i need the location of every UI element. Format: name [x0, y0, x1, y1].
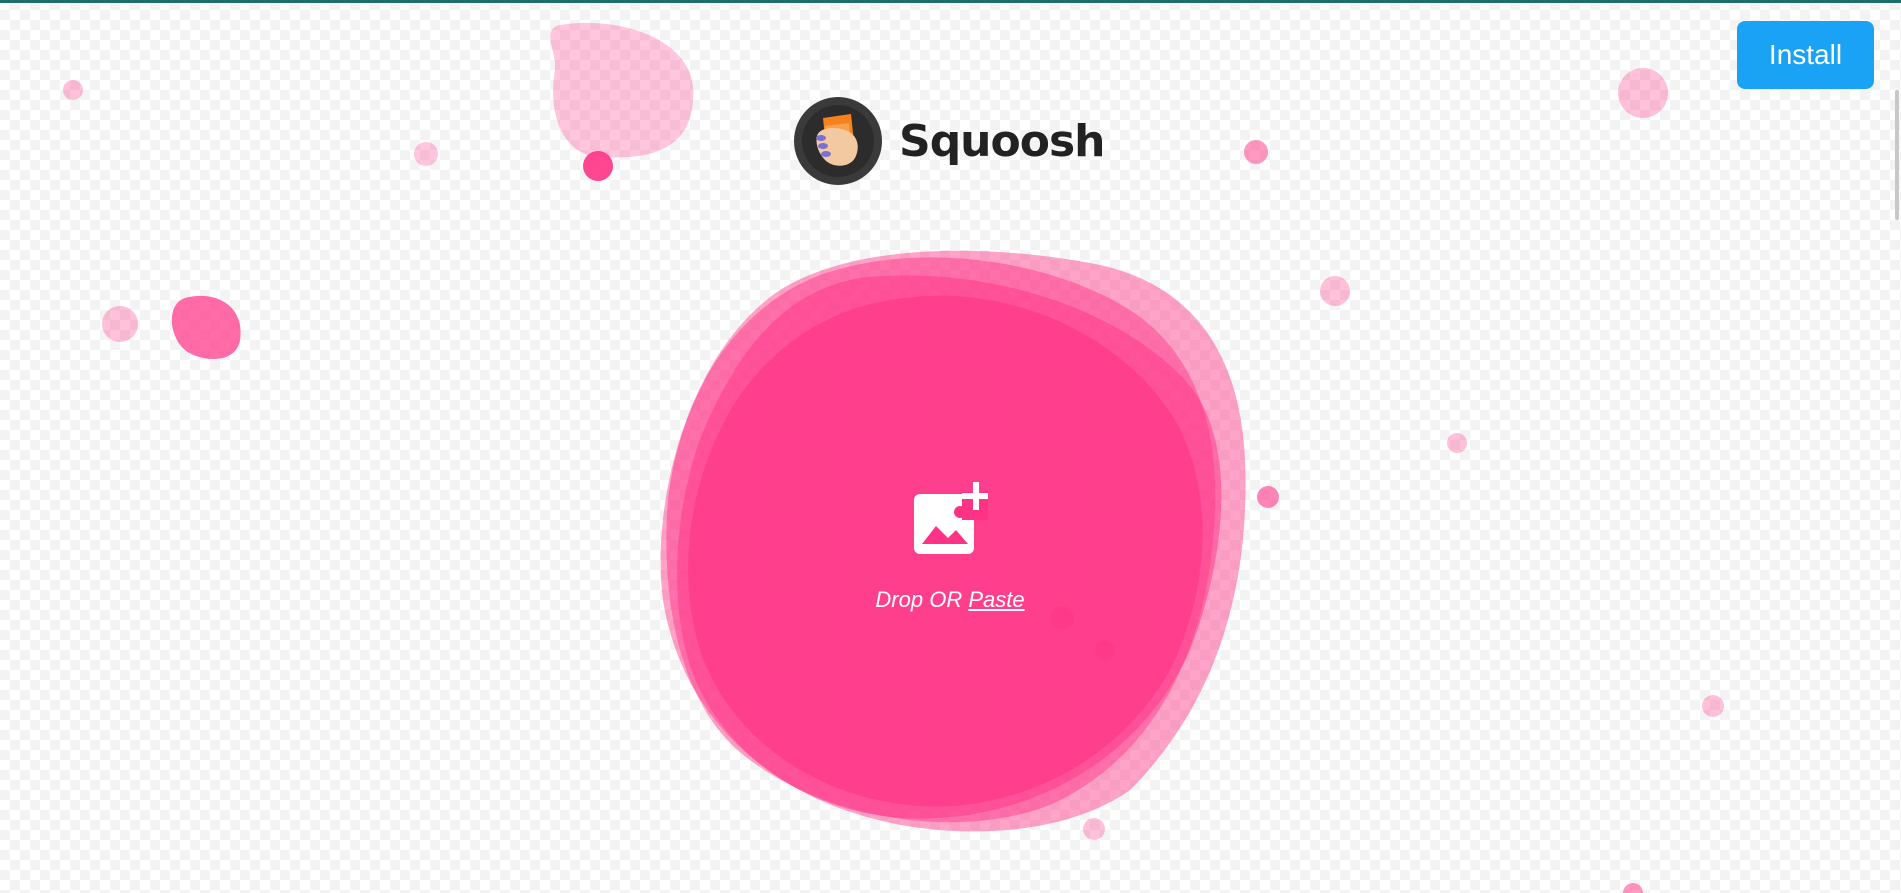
paste-link[interactable]: Paste	[968, 587, 1024, 612]
squoosh-logo-icon	[794, 97, 882, 185]
add-image-icon	[914, 482, 988, 554]
install-button[interactable]: Install	[1737, 21, 1874, 89]
scrollbar[interactable]	[1895, 90, 1899, 220]
app-header: Squoosh	[793, 96, 1105, 186]
app-title: Squoosh	[899, 115, 1105, 167]
drop-instructions: Drop OR Paste	[840, 587, 1060, 613]
drop-label: Drop	[875, 587, 924, 612]
drop-zone[interactable]: Drop OR Paste	[840, 480, 1060, 613]
or-label: OR	[929, 587, 963, 612]
